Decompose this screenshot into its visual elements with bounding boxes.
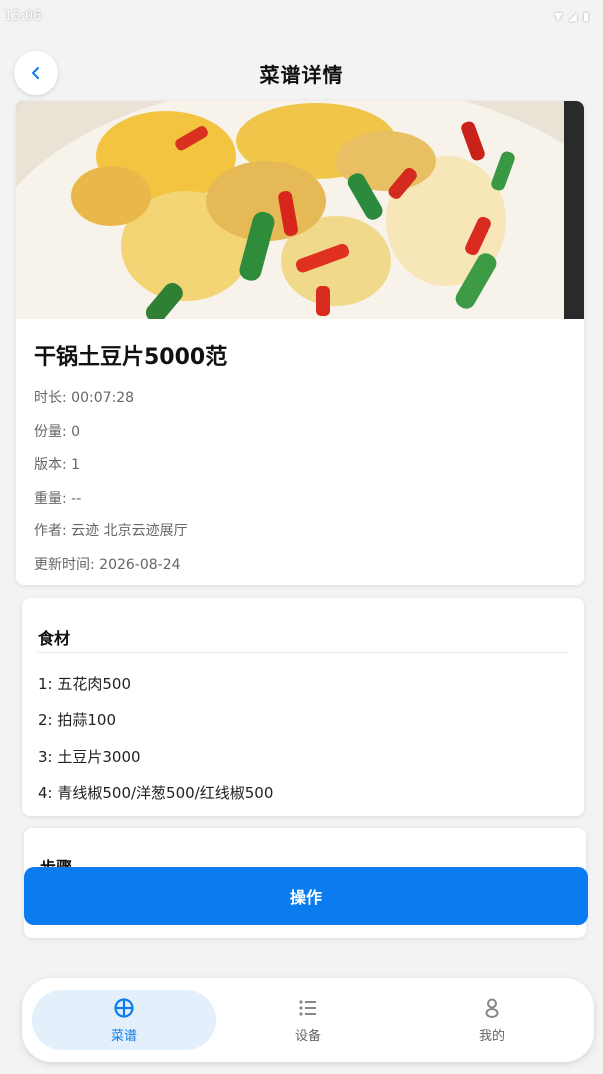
back-button[interactable] (14, 51, 58, 95)
recipe-duration: 时长: 00:07:28 (34, 390, 135, 406)
ingredients-card: 食材 1: 五花肉500 2: 拍蒜100 3: 土豆片3000 4: 青线椒5… (22, 598, 584, 816)
recipe-updated: 更新时间: 2026-08-24 (34, 557, 181, 573)
nav-label: 设备 (294, 1028, 321, 1044)
recipe-servings: 份量: 0 (34, 424, 81, 440)
user-icon (481, 997, 503, 1019)
list-icon (297, 997, 319, 1019)
ingredient-item: 3: 土豆片3000 (38, 748, 141, 766)
page-title: 菜谱详情 (259, 62, 344, 87)
nav-label: 我的 (478, 1028, 505, 1044)
recipe-photo (16, 101, 584, 319)
ingredient-item: 2: 拍蒜100 (38, 711, 116, 729)
status-time: 15:06 (4, 8, 42, 24)
nav-label: 菜谱 (110, 1028, 137, 1044)
recipe-version: 版本: 1 (34, 457, 81, 473)
nav-item-recipes[interactable]: 菜谱 (32, 990, 216, 1050)
signal-icon: ◢ (568, 9, 577, 23)
chevron-left-icon (32, 67, 39, 79)
divider (38, 652, 568, 653)
nav-item-devices[interactable]: 设备 (216, 990, 400, 1050)
bottom-nav: 菜谱 设备 我的 (22, 978, 594, 1062)
header: 菜谱详情 (0, 45, 603, 101)
nav-item-profile[interactable]: 我的 (400, 990, 584, 1050)
status-icons: ▼ ◢ ▮ (554, 10, 589, 23)
wifi-icon: ▼ (554, 9, 563, 23)
ingredients-title: 食材 (38, 629, 71, 648)
recipe-icon (113, 997, 135, 1019)
status-bar: 15:06 ▼ ◢ ▮ (0, 0, 603, 32)
action-button[interactable]: 操作 (24, 867, 588, 925)
recipe-author: 作者: 云迹 北京云迹展厅 (34, 523, 188, 539)
recipe-weight: 重量: -- (34, 491, 82, 507)
ingredient-item: 1: 五花肉500 (38, 675, 131, 693)
recipe-info-card: 干锅土豆片5000范 时长: 00:07:28 份量: 0 版本: 1 重量: … (16, 101, 584, 585)
recipe-name: 干锅土豆片5000范 (34, 345, 228, 370)
battery-icon: ▮ (582, 9, 589, 23)
ingredient-item: 4: 青线椒500/洋葱500/红线椒500 (38, 784, 274, 802)
